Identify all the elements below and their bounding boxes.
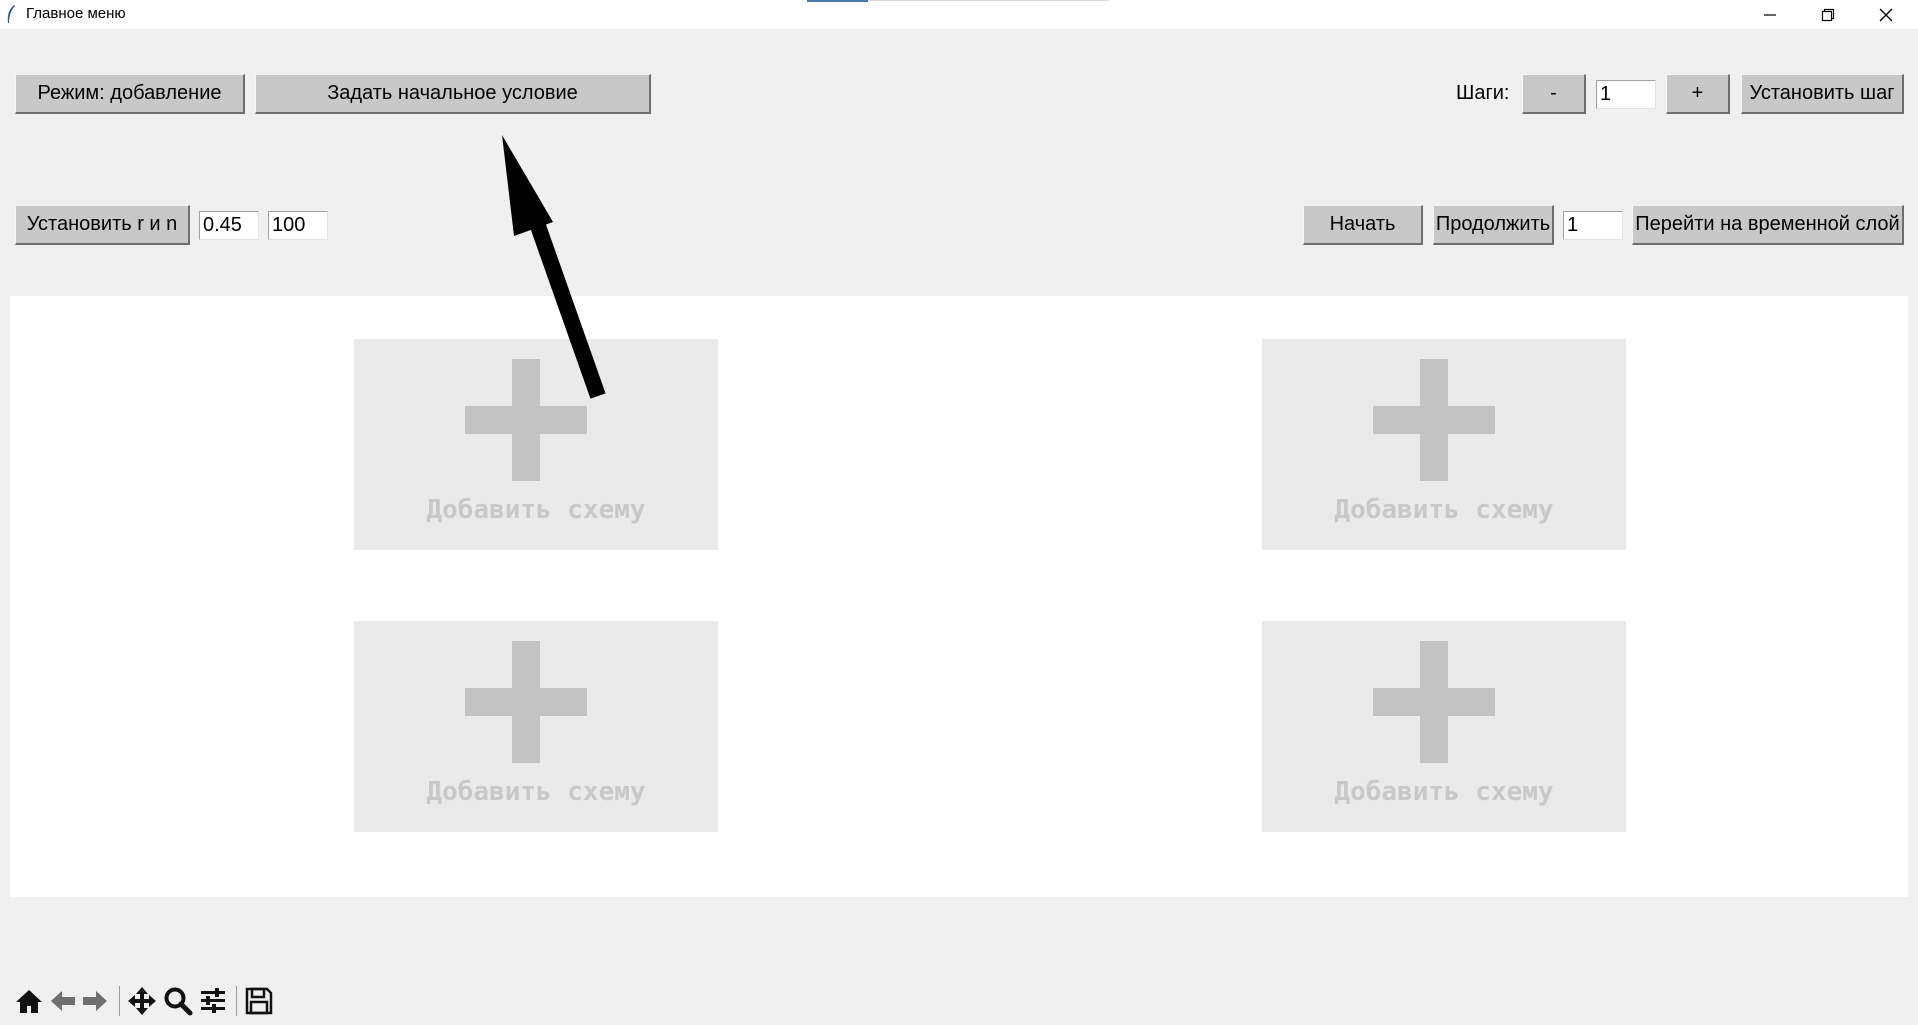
back-button[interactable]: [48, 986, 78, 1016]
add-scheme-label: Добавить схему: [426, 495, 646, 525]
toolbar-separator: [236, 986, 237, 1016]
steps-increment-button[interactable]: +: [1666, 74, 1730, 114]
title-divider: [868, 0, 1109, 1]
goto-time-layer-button[interactable]: Перейти на временной слой: [1632, 205, 1904, 245]
steps-input[interactable]: [1596, 80, 1656, 109]
close-icon: [1879, 8, 1893, 22]
steps-label: Шаги:: [1456, 82, 1510, 104]
set-r-n-button[interactable]: Установить r и n: [15, 205, 190, 245]
save-button[interactable]: [244, 986, 274, 1016]
add-scheme-label: Добавить схему: [1334, 495, 1554, 525]
time-layer-input[interactable]: [1563, 211, 1623, 240]
start-button[interactable]: Начать: [1303, 205, 1423, 245]
title-bar: Главное меню: [0, 0, 1918, 29]
home-icon: [16, 990, 42, 1013]
steps-decrement-button[interactable]: -: [1522, 74, 1586, 114]
restore-icon: [1821, 8, 1835, 22]
set-step-button[interactable]: Установить шаг: [1741, 74, 1904, 114]
add-scheme-label: Добавить схему: [426, 777, 646, 807]
zoom-icon: [164, 987, 193, 1016]
save-icon: [245, 987, 273, 1015]
configure-subplots-button[interactable]: [198, 986, 228, 1016]
configure-subplots-icon: [201, 988, 225, 1013]
plus-icon: [465, 359, 587, 481]
pan-icon: [128, 987, 156, 1015]
plus-icon: [465, 641, 587, 763]
home-button[interactable]: [14, 986, 44, 1016]
add-scheme-tile-3[interactable]: Добавить схему: [354, 621, 718, 832]
mode-button[interactable]: Режим: добавление: [15, 74, 245, 114]
toolbar-separator: [119, 986, 120, 1016]
add-scheme-tile-4[interactable]: Добавить схему: [1262, 621, 1626, 832]
title-accent: [807, 0, 868, 2]
add-scheme-tile-1[interactable]: Добавить схему: [354, 339, 718, 550]
plus-icon: [1373, 359, 1495, 481]
r-input[interactable]: [199, 211, 259, 240]
set-initial-condition-button[interactable]: Задать начальное условие: [255, 74, 651, 114]
n-input[interactable]: [268, 211, 328, 240]
close-button[interactable]: [1857, 0, 1915, 29]
add-scheme-label: Добавить схему: [1334, 777, 1554, 807]
continue-button[interactable]: Продолжить: [1433, 205, 1554, 245]
schemes-canvas: Добавить схему Добавить схему Добавить с…: [10, 296, 1908, 897]
zoom-button[interactable]: [163, 986, 193, 1016]
plus-icon: [1373, 641, 1495, 763]
back-icon: [51, 991, 75, 1011]
window-title: Главное меню: [26, 5, 126, 22]
minimize-icon: [1764, 14, 1776, 16]
minimize-button[interactable]: [1741, 0, 1799, 29]
forward-icon: [83, 991, 107, 1011]
restore-button[interactable]: [1799, 0, 1857, 29]
forward-button[interactable]: [80, 986, 110, 1016]
add-scheme-tile-2[interactable]: Добавить схему: [1262, 339, 1626, 550]
tk-feather-icon: [7, 5, 15, 23]
pan-button[interactable]: [127, 986, 157, 1016]
